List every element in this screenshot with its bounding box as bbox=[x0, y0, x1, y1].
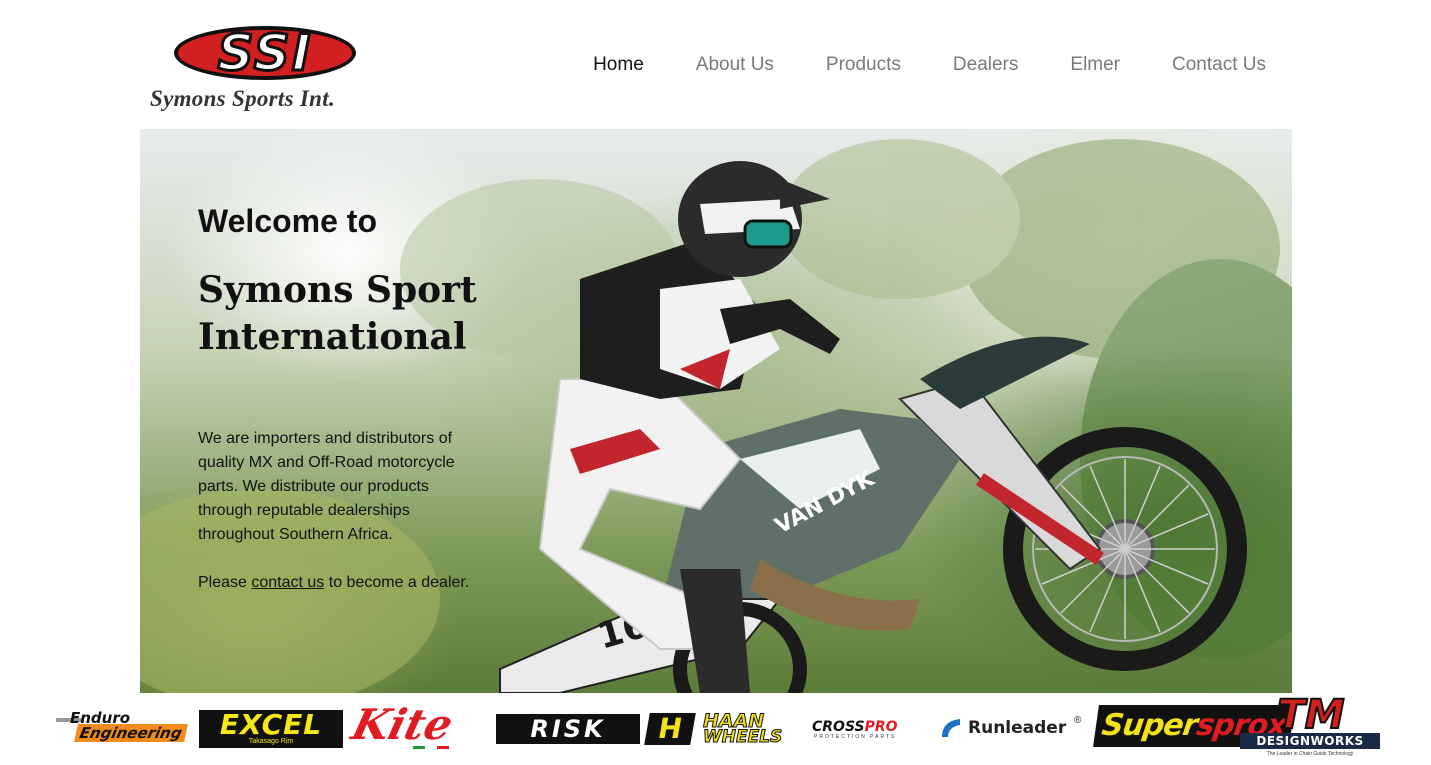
brand-excel[interactable]: EXCEL Takasago Rim bbox=[199, 710, 343, 748]
hero-intro: We are importers and distributors of qua… bbox=[198, 430, 455, 543]
brand-runleader[interactable]: Runleader ® bbox=[938, 715, 1084, 741]
hero-company-name: Symons Sport International bbox=[198, 269, 477, 358]
hero-cta-suffix: to become a dealer. bbox=[324, 574, 470, 591]
brand-crosspro[interactable]: CROSSPRO PROTECTION PARTS bbox=[812, 719, 916, 741]
brand-supersprox[interactable]: Supersprox bbox=[1093, 701, 1295, 755]
nav-elmer[interactable]: Elmer bbox=[1070, 52, 1120, 78]
crosspro-cross: CROSS bbox=[812, 719, 865, 735]
crosspro-subtitle: PROTECTION PARTS bbox=[814, 734, 897, 740]
excel-wordmark: EXCEL bbox=[219, 708, 323, 741]
runleader-icon bbox=[942, 719, 960, 737]
hero-welcome: Welcome to bbox=[198, 203, 377, 239]
brand-logo-strip: Enduro Engineering EXCEL Takasago Rim Ki… bbox=[0, 693, 1431, 765]
brand-kite[interactable]: Kite bbox=[347, 700, 467, 754]
nav-dealers[interactable]: Dealers bbox=[953, 52, 1018, 78]
hero-cta-prefix: Please bbox=[198, 574, 252, 591]
tm-designworks-label: DESIGNWORKS bbox=[1240, 733, 1380, 749]
runleader-wordmark: Runleader bbox=[968, 718, 1067, 738]
tm-wordmark: TM bbox=[1276, 692, 1345, 738]
crosspro-wordmark: CROSSPRO bbox=[812, 719, 898, 735]
enduro-line2: Engineering bbox=[74, 724, 188, 742]
haan-line2: WHEELS bbox=[702, 727, 783, 747]
haan-h-icon: H bbox=[644, 712, 696, 745]
risk-wordmark: RISK bbox=[530, 715, 606, 743]
hero-banner: 167 VAN DYK Welcome to Symons S bbox=[140, 129, 1292, 693]
brand-tm-designworks[interactable]: TM DESIGNWORKS The Leader in Chain Guide… bbox=[1240, 692, 1380, 761]
nav-about-us[interactable]: About Us bbox=[696, 52, 774, 78]
kite-flag-stripe bbox=[413, 746, 449, 749]
nav-products[interactable]: Products bbox=[826, 52, 901, 78]
nav-contact-us[interactable]: Contact Us bbox=[1172, 52, 1266, 78]
hero-text-block: Welcome to Symons Sport International We… bbox=[198, 199, 498, 595]
nav-home[interactable]: Home bbox=[593, 52, 644, 78]
brand-risk[interactable]: RISK bbox=[496, 714, 640, 744]
supersprox-super: Super bbox=[1099, 708, 1200, 743]
runleader-registered-mark: ® bbox=[1074, 715, 1082, 726]
main-nav: Home About Us Products Dealers Elmer Con… bbox=[593, 52, 1266, 78]
crosspro-pro: PRO bbox=[864, 719, 898, 735]
brand-haan-wheels[interactable]: H HAAN WHEELS bbox=[644, 711, 785, 747]
tm-tagline: The Leader in Chain Guide Technology bbox=[1266, 751, 1354, 757]
logo-mark: SSI bbox=[216, 23, 313, 84]
kite-wordmark: Kite bbox=[347, 700, 458, 749]
site-logo[interactable]: SSI Symons Sports Int. bbox=[150, 22, 380, 112]
page: SSI Symons Sports Int. Home About Us Pro… bbox=[0, 0, 1431, 765]
excel-subtitle: Takasago Rim bbox=[248, 738, 294, 745]
contact-us-link[interactable]: contact us bbox=[251, 574, 324, 591]
brand-enduro-engineering[interactable]: Enduro Engineering bbox=[56, 709, 192, 743]
hero-cta: Please contact us to become a dealer. bbox=[198, 571, 498, 595]
logo-name: Symons Sports Int. bbox=[150, 86, 335, 111]
